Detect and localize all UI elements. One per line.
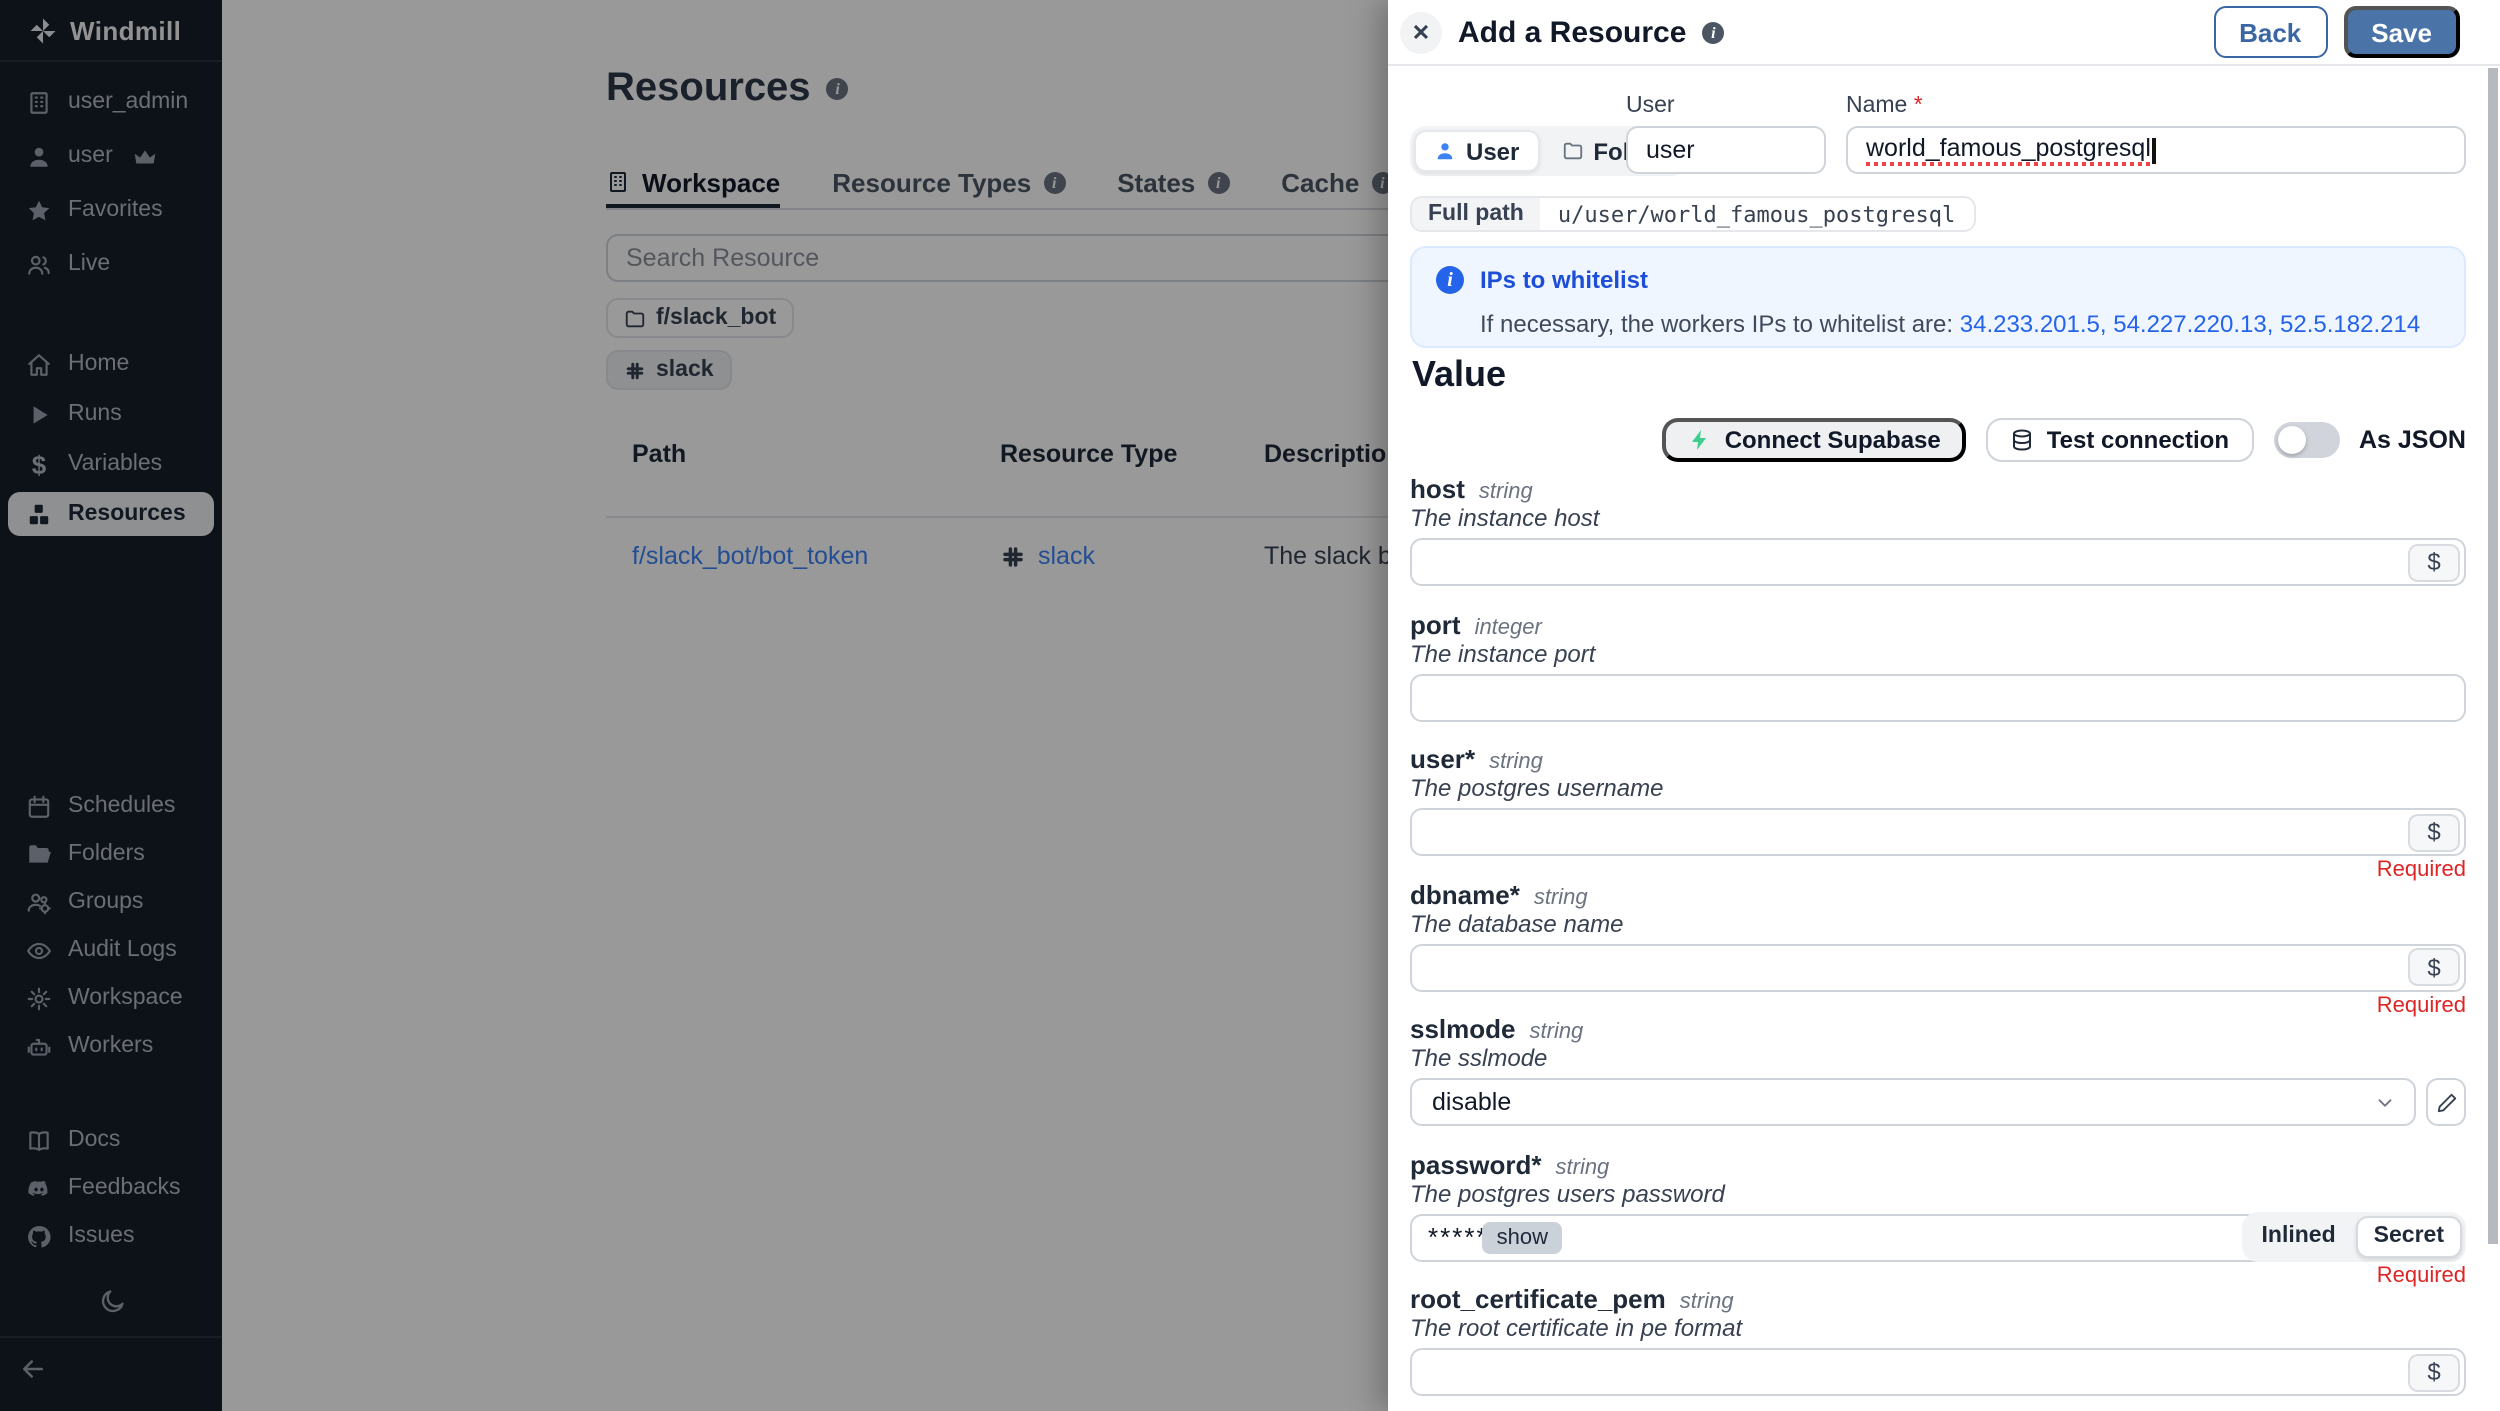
windmill-app: Windmill user_adminuserFavoritesLive Hom… [0, 0, 2500, 1411]
field-label: sslmode string [1410, 1012, 2466, 1048]
port-input[interactable] [1410, 673, 2466, 721]
host-input[interactable] [1410, 538, 2466, 586]
field-input-row: $ [1410, 808, 2466, 856]
field-description: The database name [1410, 909, 1624, 937]
user-field-label: User [1626, 94, 1675, 118]
field-type: string [1489, 750, 1543, 774]
field-type: string [1530, 1020, 1584, 1044]
field-input-row: ******showInlinedSecret [1410, 1213, 2466, 1261]
field-description: The postgres username [1410, 774, 1663, 802]
field-dbname: dbname*stringThe database name$Required [1410, 877, 2466, 1012]
drawer-backdrop[interactable] [0, 0, 1388, 1411]
back-button[interactable]: Back [2213, 6, 2327, 58]
field-description: The postgres users password [1410, 1179, 1725, 1207]
value-section-title: Value [1412, 354, 1506, 396]
field-description: The instance port [1410, 639, 1595, 667]
field-type: string [1680, 1290, 1734, 1314]
field-description: The instance host [1410, 504, 1599, 532]
folder-icon [1561, 140, 1583, 162]
ip-whitelist-infobox: i IPs to whitelist If necessary, the wor… [1410, 246, 2466, 348]
name-field[interactable]: world_famous_postgresql [1846, 126, 2466, 174]
dbname-input[interactable] [1410, 943, 2466, 991]
field-label: user* string [1410, 742, 2466, 778]
field-label: port integer [1410, 607, 2466, 643]
field-name: host [1410, 474, 1465, 504]
storage-option-secret[interactable]: Secret [2356, 1215, 2462, 1257]
field-host: host stringThe instance host $ [1410, 472, 2466, 607]
root_certificate_pem-input[interactable] [1410, 1348, 2466, 1396]
owner-option-label: User [1466, 137, 1519, 165]
text-caret [2153, 137, 2155, 163]
toggle-knob [2277, 426, 2305, 454]
save-button[interactable]: Save [2343, 6, 2460, 58]
insert-variable-button[interactable]: $ [2408, 1353, 2460, 1391]
insert-variable-button[interactable]: $ [2408, 813, 2460, 851]
show-password-button[interactable]: show [1483, 1221, 1562, 1253]
insert-variable-button[interactable]: $ [2408, 948, 2460, 986]
as-json-toggle[interactable] [2273, 422, 2339, 458]
field-port: port integerThe instance port [1410, 607, 2466, 742]
field-label: root_certificate_pem string [1410, 1282, 2466, 1318]
field-label: password* string [1410, 1147, 2466, 1183]
field-password: password* stringThe postgres users passwo… [1410, 1147, 2466, 1282]
select-value: disable [1432, 1088, 1511, 1116]
user-field[interactable]: user [1626, 126, 1826, 174]
field-input-row: disable [1410, 1078, 2466, 1126]
field-label: host string [1410, 472, 2466, 508]
field-name: port [1410, 609, 1461, 639]
field-input-row: $ [1410, 943, 2466, 991]
drawer-title: Add a Resource [1458, 15, 1686, 49]
test-connection-button[interactable]: Test connection [1987, 418, 2253, 462]
edit-enum-button[interactable] [2426, 1078, 2466, 1126]
field-user: user*stringThe postgres username$Require… [1410, 742, 2466, 877]
database-icon [2011, 428, 2035, 452]
field-description: The root certificate in pe format [1410, 1314, 1742, 1342]
field-name: root_certificate_pem [1410, 1284, 1666, 1314]
sslmode-select[interactable]: disable [1410, 1078, 2416, 1126]
required-star: * [1510, 879, 1520, 909]
field-type: string [1556, 1155, 1610, 1179]
field-root_certificate_pem: root_certificate_pem stringThe root certi… [1410, 1282, 2466, 1411]
field-type: string [1534, 885, 1588, 909]
pencil-icon [2435, 1091, 2457, 1113]
info-circle-icon: i [1436, 266, 1464, 294]
field-input-row: $ [1410, 538, 2466, 586]
required-star: * [1531, 1149, 1541, 1179]
whitelist-ips: 34.233.201.5, 54.227.220.13, 52.5.182.21… [1960, 310, 2420, 338]
field-name: dbname [1410, 879, 1510, 909]
field-label: dbname* string [1410, 877, 2466, 913]
connect-supabase-button[interactable]: Connect Supabase [1663, 418, 1967, 462]
insert-variable-button[interactable]: $ [2408, 543, 2460, 581]
user-input[interactable] [1410, 808, 2466, 856]
drawer-header: ✕ Add a Resource i Back Save [1388, 0, 2500, 66]
drawer-scrollbar[interactable] [2487, 68, 2498, 1244]
password-storage-toggle: InlinedSecret [2242, 1211, 2466, 1261]
person-icon [1434, 140, 1456, 162]
field-input-row [1410, 673, 2466, 721]
as-json-label: As JSON [2359, 426, 2466, 454]
drawer-title-info-icon[interactable]: i [1702, 21, 1724, 43]
close-icon[interactable]: ✕ [1400, 11, 1442, 53]
field-name: sslmode [1410, 1014, 1516, 1044]
field-name: password [1410, 1149, 1531, 1179]
name-field-label: Name * [1846, 94, 1923, 118]
value-actions-row: Connect Supabase Test connection As JSON [1410, 418, 2466, 462]
field-type: string [1479, 480, 1533, 504]
add-resource-drawer: ✕ Add a Resource i Back Save UserFolder … [1388, 0, 2500, 1411]
field-input-row: $ [1410, 1348, 2466, 1396]
resource-fields: hoststringThe instance host$portintegerT… [1410, 472, 2466, 1411]
field-sslmode: sslmode stringThe sslmode disable [1410, 1012, 2466, 1147]
full-path-display: Full path u/user/world_famous_postgresql [1410, 196, 1975, 232]
lightning-bolt-icon [1689, 428, 1713, 452]
field-description: The sslmode [1410, 1044, 1547, 1072]
owner-option-user[interactable]: User [1414, 130, 1539, 172]
chevron-down-icon [2374, 1091, 2396, 1113]
storage-option-inlined[interactable]: Inlined [2246, 1215, 2352, 1257]
field-type: integer [1475, 615, 1542, 639]
field-name: user [1410, 744, 1465, 774]
required-star: * [1465, 744, 1475, 774]
